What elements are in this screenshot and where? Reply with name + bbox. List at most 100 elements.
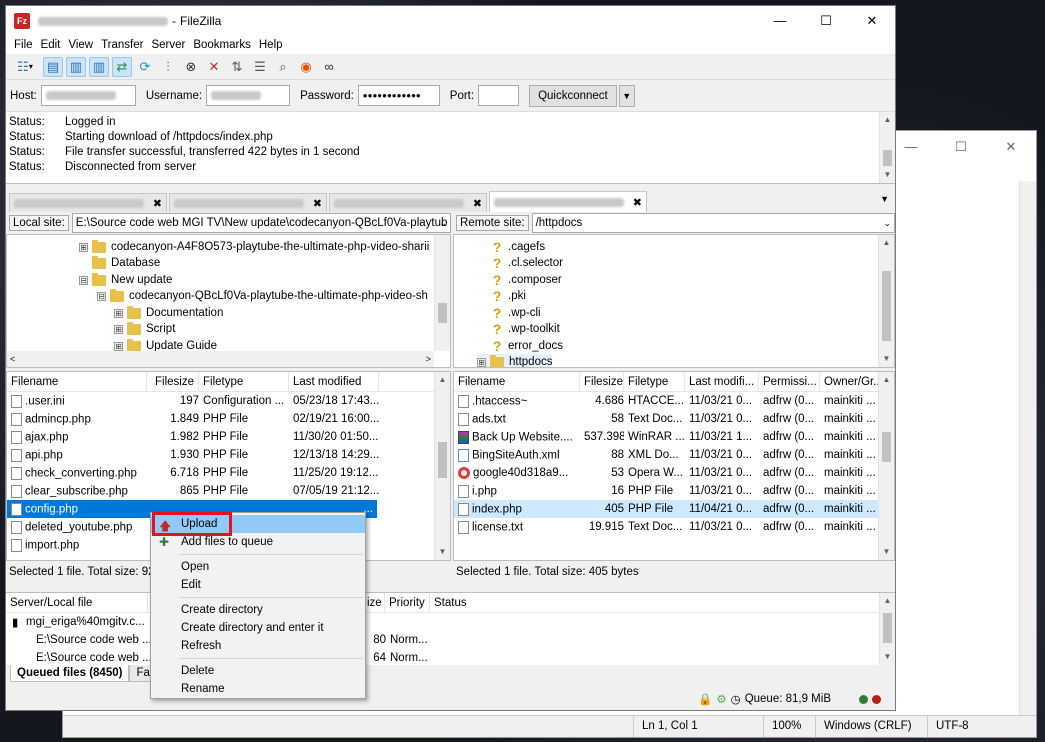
site-manager-icon[interactable]: ☷ ▾ — [10, 57, 40, 77]
sync-browsing-icon[interactable]: ◉ — [296, 57, 316, 77]
tree-item[interactable]: ? .wp-toolkit — [490, 321, 560, 337]
connection-tab[interactable]: ✖ — [9, 193, 167, 212]
local-file-row[interactable]: api.php 1.930 PHP File 12/13/18 14:29... — [7, 446, 450, 464]
tree-item[interactable]: ⊞ Script — [114, 321, 175, 337]
tree-item[interactable]: ⊟ codecanyon-QBcLf0Va-playtube-the-ultima… — [97, 288, 428, 304]
menu-view[interactable]: View — [64, 39, 97, 51]
notepad-scrollbar[interactable] — [1019, 181, 1036, 715]
password-input[interactable]: ●●●●●●●●●●●● — [357, 85, 440, 106]
local-file-row[interactable]: admincp.php 1.849 PHP File 02/19/21 16:00..… — [7, 410, 450, 428]
col-last-modified[interactable]: Last modifi... — [685, 372, 759, 391]
menu-item-add-to-queue[interactable]: ✚ Add files to queue — [151, 533, 365, 551]
menu-file[interactable]: File — [10, 39, 37, 51]
notepad-maximize-button[interactable]: ☐ — [936, 131, 986, 163]
connection-tab[interactable]: ✖ — [169, 193, 327, 212]
local-file-row[interactable]: ajax.php 1.982 PHP File 11/30/20 01:50... — [7, 428, 450, 446]
tab-close-icon[interactable]: ✖ — [473, 197, 482, 210]
local-file-row[interactable]: check_converting.php 6.718 PHP File 11/25/2… — [7, 464, 450, 482]
minimize-button[interactable]: — — [757, 6, 803, 36]
log-scrollbar[interactable]: ▲ ▼ — [879, 112, 895, 183]
col-owner-group[interactable]: Owner/Gr... — [820, 372, 880, 391]
col-filesize[interactable]: Filesize — [580, 372, 624, 391]
col-last-modified[interactable]: Last modified — [289, 372, 379, 391]
local-tree-hscrollbar[interactable]: < > — [7, 351, 434, 367]
local-tree-scrollbar[interactable] — [434, 235, 450, 351]
quickconnect-dropdown-icon[interactable]: ▼ — [618, 84, 635, 107]
tab-close-icon[interactable]: ✖ — [153, 197, 162, 210]
tab-close-icon[interactable]: ✖ — [313, 197, 322, 210]
menu-item-refresh[interactable]: Refresh — [151, 637, 365, 655]
tree-item[interactable]: ? error_docs — [490, 338, 563, 354]
menu-item-rename[interactable]: Rename — [151, 680, 365, 698]
tree-item[interactable]: Database — [92, 255, 160, 271]
chevron-down-icon[interactable]: ⌄ — [883, 214, 891, 232]
toggle-remote-tree-icon[interactable]: ▥ — [89, 56, 109, 77]
filter-icon[interactable]: ☰ — [250, 57, 270, 77]
chevron-down-icon[interactable]: ⌄ — [439, 214, 447, 232]
connection-tab-active[interactable]: ✖ — [489, 191, 647, 212]
tree-item[interactable]: ? .composer — [490, 272, 562, 288]
remote-file-row[interactable]: BingSiteAuth.xml 88 XML Do... 11/03/21 0...… — [454, 446, 894, 464]
host-input[interactable] — [40, 85, 136, 106]
tree-item[interactable]: ? .cagefs — [490, 239, 545, 255]
menu-item-edit[interactable]: Edit — [151, 576, 365, 594]
remote-file-row[interactable]: Back Up Website.... 537.398... WinRAR ... 1… — [454, 428, 894, 446]
toggle-queue-icon[interactable]: ⇄ — [112, 56, 132, 77]
col-size[interactable]: ize — [363, 593, 385, 612]
col-server-local-file[interactable]: Server/Local file — [6, 593, 148, 612]
menu-item-create-directory[interactable]: Create directory — [151, 601, 365, 619]
queue-scrollbar[interactable]: ▲ ▼ — [879, 593, 895, 665]
tree-item[interactable]: ⊞ codecanyon-A4F8O573-playtube-the-ultima… — [79, 239, 429, 255]
local-path-input[interactable]: E:\Source code web MGI TV\New update\cod… — [71, 213, 451, 233]
local-file-row[interactable]: clear_subscribe.php 865 PHP File 07/05/19 2… — [7, 482, 450, 500]
port-input[interactable] — [478, 85, 520, 106]
remote-file-row[interactable]: license.txt 19.915 Text Doc... 11/03/21 0..… — [454, 518, 894, 536]
menu-help[interactable]: Help — [255, 39, 287, 51]
menu-item-create-directory-enter[interactable]: Create directory and enter it — [151, 619, 365, 637]
tree-item[interactable]: ⊟ New update — [79, 272, 172, 288]
menu-edit[interactable]: Edit — [37, 39, 65, 51]
remote-file-row[interactable]: .htaccess~ 4.686 HTACCE... 11/03/21 0... adf… — [454, 392, 894, 410]
remote-file-row-selected[interactable]: index.php 405 PHP File 11/04/21 0... adfrw (… — [454, 500, 894, 518]
tree-item[interactable]: ? .cl.selector — [490, 255, 563, 271]
remote-file-row[interactable]: i.php 16 PHP File 11/03/21 0... adfrw (0... m… — [454, 482, 894, 500]
menu-item-upload[interactable]: 🡅 Upload — [151, 515, 365, 533]
process-queue-icon[interactable]: ⫶ — [158, 57, 178, 77]
menu-transfer[interactable]: Transfer — [97, 39, 147, 51]
menu-item-delete[interactable]: Delete — [151, 662, 365, 680]
remote-file-row[interactable]: google40d318a9... 53 Opera W... 11/03/21 0.… — [454, 464, 894, 482]
tree-item[interactable]: ? .pki — [490, 288, 526, 304]
remote-path-input[interactable]: /httpdocs ⌄ — [531, 213, 895, 233]
col-status[interactable]: Status — [430, 593, 510, 612]
tree-item[interactable]: ⊞ Documentation — [114, 305, 223, 321]
queue-row[interactable]: E:\Source code web ... 80 Norm... — [6, 631, 895, 649]
tree-item[interactable]: ? .wp-cli — [490, 305, 541, 321]
col-permissions[interactable]: Permissi... — [759, 372, 820, 391]
remote-file-row[interactable]: ads.txt 58 Text Doc... 11/03/21 0... adfrw (… — [454, 410, 894, 428]
col-filesize[interactable]: Filesize — [147, 372, 199, 391]
menu-server[interactable]: Server — [147, 39, 189, 51]
local-list-scrollbar[interactable]: ▲ ▼ — [434, 372, 450, 560]
username-input[interactable] — [206, 85, 291, 106]
col-filetype[interactable]: Filetype — [199, 372, 289, 391]
col-filename[interactable]: Filename — [7, 372, 147, 391]
remote-list-scrollbar[interactable]: ▲ ▼ — [878, 372, 894, 560]
col-filename[interactable]: Filename — [454, 372, 580, 391]
search-binoculars-icon[interactable]: ∞ — [319, 57, 339, 77]
refresh-icon[interactable]: ⟳ — [135, 57, 155, 77]
quickconnect-button[interactable]: Quickconnect — [529, 84, 617, 107]
menu-bookmarks[interactable]: Bookmarks — [189, 39, 255, 51]
remote-tree-scrollbar[interactable]: ▲ ▼ — [878, 235, 894, 367]
notepad-close-button[interactable]: ✕ — [986, 131, 1036, 163]
compare-directories-icon[interactable]: ⌕ — [273, 57, 293, 77]
disconnect-icon[interactable]: ✕ — [204, 57, 224, 77]
tabs-dropdown-icon[interactable]: ▼ — [880, 194, 889, 204]
toggle-log-icon[interactable]: ▤ — [43, 56, 63, 77]
col-priority[interactable]: Priority — [385, 593, 430, 612]
tree-item-selected[interactable]: ⊞ httpdocs — [477, 354, 553, 367]
toggle-local-tree-icon[interactable]: ▥ — [66, 56, 86, 77]
connection-tab[interactable]: ✖ — [329, 193, 487, 212]
tab-queued-files[interactable]: Queued files (8450) — [10, 665, 130, 682]
reconnect-icon[interactable]: ⇅ — [227, 57, 247, 77]
close-button[interactable]: ✕ — [849, 6, 895, 36]
